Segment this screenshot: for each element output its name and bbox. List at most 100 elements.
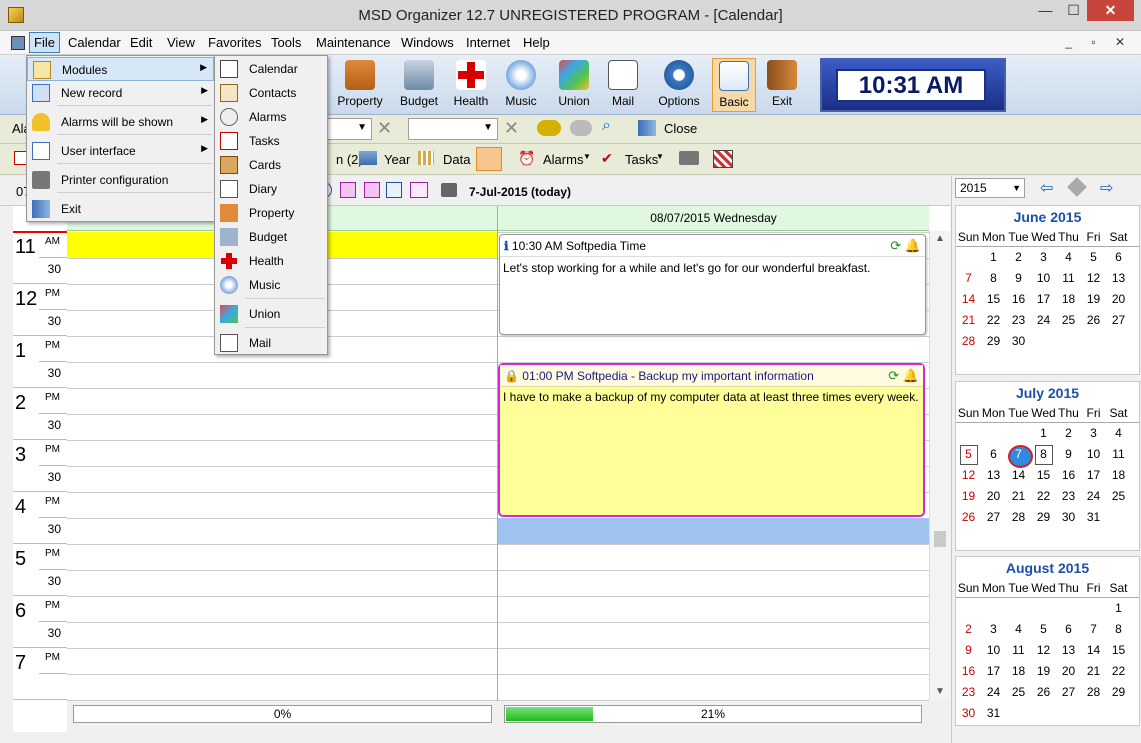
day-cell[interactable]: 11 — [1006, 640, 1031, 661]
clear-filter-icon[interactable]: ✕ — [504, 118, 519, 139]
union-button[interactable]: Union — [549, 58, 599, 112]
close-button[interactable]: ✕ — [1087, 0, 1134, 21]
day-cell[interactable]: 10 — [981, 640, 1006, 661]
tasks-dropdown[interactable]: Tasks — [625, 152, 658, 167]
menu-file[interactable]: File — [29, 32, 60, 53]
day-cell[interactable]: 13 — [981, 465, 1006, 486]
property-button[interactable]: Property — [335, 58, 385, 112]
day-cell[interactable]: 19 — [1031, 661, 1056, 682]
day-cell[interactable]: 2 — [1006, 247, 1031, 268]
submenu-item-diary[interactable]: Diary — [215, 177, 327, 201]
day-cell[interactable]: 18 — [1056, 289, 1081, 310]
day-cell[interactable]: 6 — [981, 444, 1006, 465]
submenu-item-tasks[interactable]: Tasks — [215, 129, 327, 153]
day-cell[interactable]: 29 — [1106, 682, 1131, 703]
health-button[interactable]: Health — [446, 58, 496, 112]
day-cell[interactable]: 20 — [1106, 289, 1131, 310]
event-card-backup[interactable]: 🔒 01:00 PM Softpedia - Backup my importa… — [498, 363, 925, 517]
day-cell[interactable]: 21 — [1081, 661, 1106, 682]
day-cell[interactable]: 6 — [1056, 619, 1081, 640]
day-cell[interactable]: 5 — [1031, 619, 1056, 640]
day-cell[interactable]: 1 — [1106, 598, 1131, 619]
day-cell[interactable]: 3 — [1031, 247, 1056, 268]
day-cell[interactable]: 14 — [1006, 465, 1031, 486]
day-cell[interactable]: 12 — [1081, 268, 1106, 289]
selected-time-slot[interactable] — [498, 518, 929, 544]
day-cell[interactable]: 13 — [1106, 268, 1131, 289]
day-cell[interactable]: 21 — [956, 310, 981, 331]
day-cell[interactable]: 4 — [1106, 423, 1131, 444]
menu-item-modules[interactable]: Modules ▶ — [27, 57, 214, 81]
day-cell[interactable]: 10 — [1081, 444, 1106, 465]
basic-button[interactable]: Basic — [712, 58, 756, 112]
day-cell[interactable]: 12 — [1031, 640, 1056, 661]
print-icon[interactable] — [441, 183, 457, 197]
menu-item-exit[interactable]: Exit — [27, 197, 214, 221]
submenu-item-mail[interactable]: Mail — [215, 331, 327, 355]
day-cell[interactable]: 25 — [1056, 310, 1081, 331]
day-cell[interactable]: 15 — [1031, 465, 1056, 486]
day-cell[interactable]: 5 — [956, 444, 981, 465]
document-icon[interactable] — [11, 36, 25, 50]
day-cell[interactable]: 19 — [1081, 289, 1106, 310]
menu-internet[interactable]: Internet — [466, 35, 510, 50]
day-cell[interactable]: 24 — [1081, 486, 1106, 507]
day-cell[interactable]: 7 — [956, 268, 981, 289]
day-cell[interactable]: 7 — [1081, 619, 1106, 640]
year-select[interactable]: 2015 ▼ — [955, 178, 1025, 198]
maximize-button[interactable]: ☐ — [1060, 0, 1087, 21]
close-label[interactable]: Close — [664, 121, 697, 136]
event-card-softpedia-time[interactable]: ℹ 10:30 AM Softpedia Time ⟳ 🔔 Let's stop… — [499, 234, 926, 335]
day-cell[interactable]: 4 — [1006, 619, 1031, 640]
day-cell[interactable]: 18 — [1106, 465, 1131, 486]
day-cell[interactable]: 31 — [981, 703, 1006, 724]
options-button[interactable]: Options — [654, 58, 704, 112]
calendar-today-icon[interactable] — [476, 147, 502, 171]
day-cell[interactable]: 31 — [1081, 507, 1106, 528]
menu-item-user-interface[interactable]: User interface ▶ — [27, 139, 214, 163]
menu-tools[interactable]: Tools — [271, 35, 301, 50]
menu-favorites[interactable]: Favorites — [208, 35, 261, 50]
music-button[interactable]: Music — [496, 58, 546, 112]
expand-horizontal-icon[interactable] — [410, 182, 428, 198]
day-cell[interactable]: 9 — [1006, 268, 1031, 289]
vertical-scrollbar[interactable]: ▲ ▼ — [929, 231, 950, 701]
day-cell[interactable]: 19 — [956, 486, 981, 507]
menu-item-new-record[interactable]: New record ▶ — [27, 81, 214, 105]
day-cell[interactable]: 26 — [1081, 310, 1106, 331]
day-cell[interactable]: 12 — [956, 465, 981, 486]
day-cell[interactable]: 29 — [1031, 507, 1056, 528]
day-cell[interactable]: 17 — [981, 661, 1006, 682]
submenu-item-property[interactable]: Property — [215, 201, 327, 225]
day-cell[interactable]: 8 — [981, 268, 1006, 289]
day-cell[interactable]: 2 — [956, 619, 981, 640]
day-cell[interactable]: 28 — [956, 331, 981, 352]
printer-icon[interactable] — [679, 151, 699, 165]
day-cell[interactable]: 16 — [956, 661, 981, 682]
filter-combo-2[interactable]: ▼ — [408, 118, 498, 140]
exit-button[interactable]: Exit — [757, 58, 807, 112]
scroll-thumb[interactable] — [934, 531, 946, 547]
menu-maintenance[interactable]: Maintenance — [316, 35, 390, 50]
mail-button[interactable]: Mail — [598, 58, 648, 112]
day-cell[interactable]: 6 — [1106, 247, 1131, 268]
submenu-item-alarms[interactable]: Alarms — [215, 105, 327, 129]
submenu-item-budget[interactable]: Budget — [215, 225, 327, 249]
day-cell[interactable]: 22 — [1106, 661, 1131, 682]
day-cell[interactable]: 22 — [981, 310, 1006, 331]
menu-view[interactable]: View — [167, 35, 195, 50]
day-cell[interactable]: 15 — [1106, 640, 1131, 661]
day-cell[interactable]: 23 — [1006, 310, 1031, 331]
alarms-dropdown[interactable]: Alarms — [543, 152, 583, 167]
today-diamond-icon[interactable] — [1067, 177, 1087, 197]
day-cell[interactable]: 28 — [1081, 682, 1106, 703]
mdi-controls[interactable]: _ ▫ ✕ — [1065, 35, 1133, 49]
day-cell[interactable]: 30 — [1006, 331, 1031, 352]
day-cell[interactable]: 5 — [1081, 247, 1106, 268]
binoculars-icon[interactable] — [537, 120, 561, 136]
budget-button[interactable]: Budget — [394, 58, 444, 112]
scroll-down-icon[interactable]: ▼ — [935, 686, 945, 697]
today-day-cell[interactable]: 7 — [1006, 444, 1033, 468]
day-cell[interactable]: 3 — [981, 619, 1006, 640]
year-label[interactable]: Year — [384, 152, 410, 167]
